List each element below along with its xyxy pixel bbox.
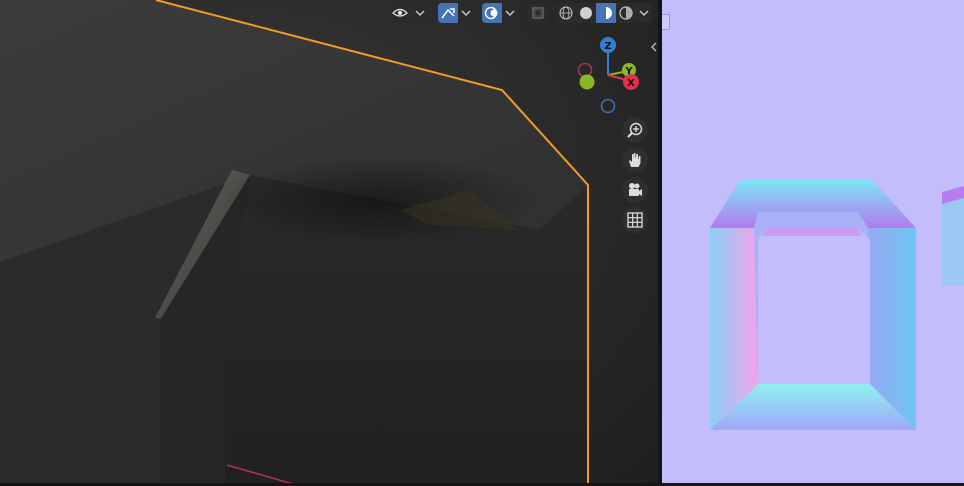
chevron-down-icon — [639, 10, 649, 16]
overlay-toggle-button[interactable] — [482, 3, 502, 23]
normal-map-image — [710, 180, 964, 430]
viewport-scene — [0, 0, 589, 483]
wireframe-sphere-icon — [559, 6, 573, 20]
gizmo-x-label: X — [627, 78, 635, 89]
shading-wireframe-button[interactable] — [556, 3, 576, 23]
shading-material-preview-button[interactable] — [596, 3, 616, 23]
gizmo-neg-z — [600, 98, 616, 114]
overlay-icon — [484, 6, 498, 20]
3d-viewport[interactable]: Z Y X — [0, 0, 658, 483]
shading-rendered-button[interactable] — [616, 3, 636, 23]
shading-solid-button[interactable] — [576, 3, 596, 23]
perspective-toggle-button[interactable] — [622, 207, 648, 233]
viewport-header — [390, 2, 658, 24]
camera-view-button[interactable] — [622, 177, 648, 203]
visibility-dropdown[interactable] — [412, 3, 428, 23]
rendered-sphere-icon — [619, 6, 633, 20]
image-editor-tab-handle[interactable] — [662, 14, 670, 30]
gizmo-dropdown[interactable] — [458, 3, 474, 23]
sidebar-toggle-arrow[interactable] — [649, 40, 658, 54]
shading-dropdown[interactable] — [636, 3, 652, 23]
pan-button[interactable] — [622, 147, 648, 173]
grid-perspective-icon — [627, 212, 643, 228]
zoom-icon — [627, 122, 643, 138]
pan-hand-icon — [629, 153, 641, 167]
gizmo-toggle-button[interactable] — [438, 3, 458, 23]
chevron-down-icon — [415, 10, 425, 16]
gizmo-z-label: Z — [604, 41, 611, 52]
xray-toggle-button[interactable] — [528, 3, 548, 23]
xray-icon — [532, 7, 544, 19]
gizmo-neg-x — [577, 62, 593, 78]
gizmo-icon — [441, 8, 455, 19]
image-editor[interactable] — [662, 0, 964, 483]
camera-icon — [629, 183, 642, 196]
zoom-button[interactable] — [622, 117, 648, 143]
normal-map-ring-hole — [758, 228, 870, 384]
overlay-dropdown[interactable] — [502, 3, 518, 23]
chevron-left-icon — [651, 42, 657, 52]
eye-icon — [392, 8, 408, 17]
solid-sphere-icon — [580, 7, 592, 19]
material-sphere-icon — [600, 7, 612, 19]
chevron-down-icon — [505, 10, 515, 16]
visibility-button[interactable] — [390, 3, 410, 23]
chevron-down-icon — [461, 10, 471, 16]
navigation-gizmo[interactable]: Z Y X — [572, 35, 644, 115]
gizmo-neg-y — [579, 74, 595, 90]
